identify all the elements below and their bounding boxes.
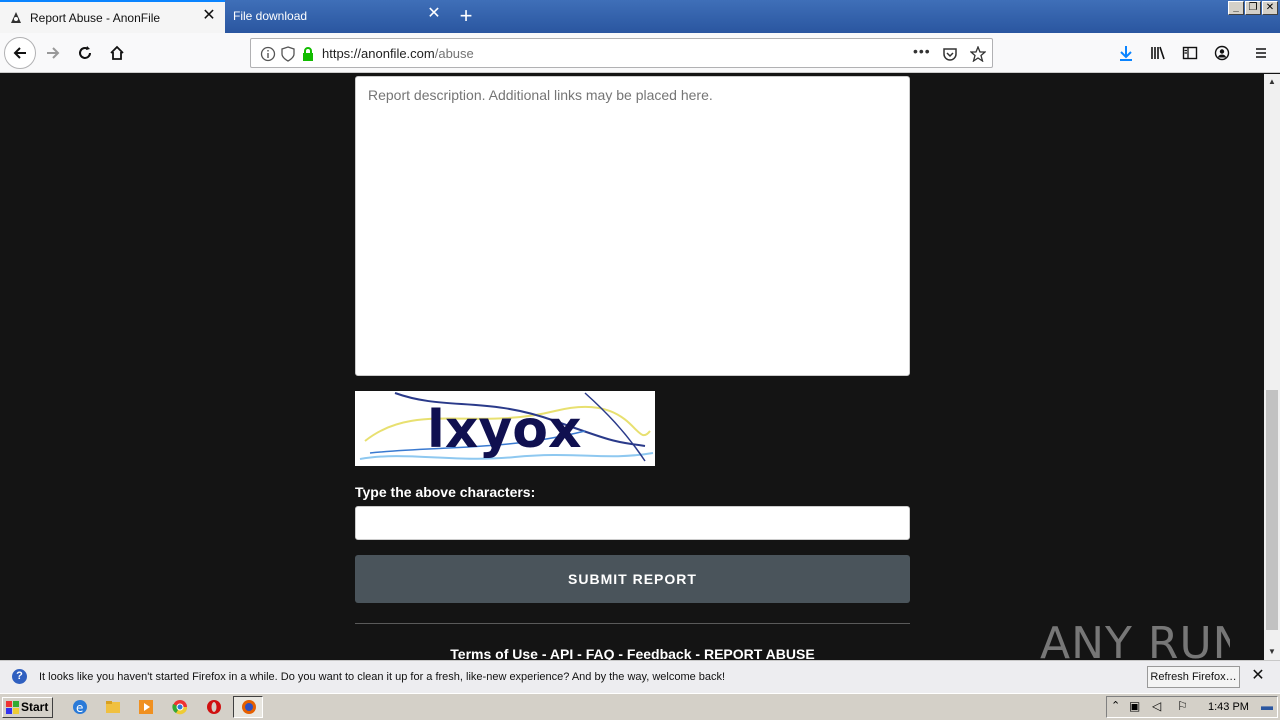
tab-report-abuse[interactable]: Report Abuse - AnonFile ✕ [0, 0, 225, 33]
media-player-icon[interactable] [137, 698, 155, 716]
site-info-icon[interactable] [260, 46, 276, 62]
sidebar-icon [1182, 46, 1198, 60]
url-host: https://anonfile.com [322, 46, 435, 61]
footer-link-api[interactable]: API [550, 646, 573, 660]
taskbar: Start e ⌃ ▣ ◁ ⚐ 1:43 PM ▬ [0, 693, 1280, 720]
reload-button[interactable] [69, 37, 101, 69]
scroll-up-icon[interactable]: ▲ [1264, 74, 1280, 90]
notification-close-icon[interactable]: ✕ [1250, 668, 1266, 684]
captcha-image: lxyox [355, 391, 655, 466]
footer-link-feedback[interactable]: Feedback [627, 646, 692, 660]
action-center-flag-icon[interactable]: ⚐ [1177, 699, 1188, 713]
firefox-taskbar-button[interactable] [233, 696, 263, 718]
start-button[interactable]: Start [2, 697, 53, 718]
lock-icon[interactable] [300, 46, 316, 62]
info-icon: ? [12, 669, 27, 684]
opera-icon[interactable] [205, 698, 223, 716]
page-actions-icon[interactable]: ••• [913, 43, 931, 59]
forward-arrow-icon [47, 47, 60, 59]
library-icon [1151, 46, 1165, 60]
footer-separator: - [691, 646, 704, 660]
navigation-toolbar: https://anonfile.com/abuse ••• [0, 33, 1280, 73]
tab-file-download[interactable]: File download ✕ [226, 0, 450, 33]
network-icon[interactable]: ▣ [1129, 699, 1140, 713]
footer-link-faq[interactable]: FAQ [586, 646, 615, 660]
captcha-text: lxyox [427, 400, 582, 460]
refresh-firefox-button[interactable]: Refresh Firefox… [1147, 666, 1240, 688]
footer-separator: - [537, 646, 550, 660]
notification-bar: ? It looks like you haven't started Fire… [0, 660, 1280, 693]
submit-report-button[interactable]: SUBMIT REPORT [355, 555, 910, 603]
captcha-input[interactable] [355, 506, 910, 540]
restore-button[interactable]: ❐ [1245, 1, 1261, 15]
download-arrow-icon [1120, 46, 1132, 61]
account-icon [1214, 45, 1230, 61]
tab-title: File download [233, 9, 308, 23]
url-text[interactable]: https://anonfile.com/abuse [322, 46, 474, 61]
footer-separator: - [614, 646, 627, 660]
pocket-icon[interactable] [942, 46, 958, 62]
chrome-icon[interactable] [171, 698, 189, 716]
url-path: /abuse [434, 46, 474, 61]
library-button[interactable] [1142, 37, 1174, 69]
footer-divider [355, 623, 910, 624]
forward-button[interactable] [37, 37, 69, 69]
svg-text:e: e [76, 701, 83, 715]
windows-flag-icon [6, 701, 19, 714]
downloads-button[interactable] [1110, 37, 1142, 69]
window-close-button[interactable]: ✕ [1262, 1, 1278, 15]
tab-strip: Report Abuse - AnonFile ✕ File download … [0, 0, 1280, 33]
bookmark-star-icon[interactable] [970, 46, 986, 62]
new-tab-button[interactable]: + [452, 3, 480, 29]
footer-link-report-abuse[interactable]: REPORT ABUSE [704, 646, 815, 660]
show-desktop-icon[interactable]: ▬ [1261, 699, 1273, 713]
menu-button[interactable] [1245, 37, 1277, 69]
tracking-shield-icon[interactable] [280, 46, 296, 62]
page-content: lxyox Type the above characters: SUBMIT … [0, 74, 1264, 660]
tab-close-icon[interactable]: ✕ [201, 8, 217, 24]
page-scrollbar[interactable]: ▲ ▼ [1264, 74, 1280, 660]
home-icon [110, 45, 124, 60]
url-bar[interactable]: https://anonfile.com/abuse ••• [250, 38, 993, 68]
back-arrow-icon [13, 47, 26, 59]
scrollbar-thumb[interactable] [1266, 390, 1278, 630]
anonfile-favicon-icon [11, 12, 21, 23]
firefox-icon [242, 700, 256, 714]
footer-link-terms[interactable]: Terms of Use [450, 646, 538, 660]
back-button[interactable] [4, 37, 36, 69]
sidebar-button[interactable] [1174, 37, 1206, 69]
file-explorer-icon[interactable] [104, 698, 122, 716]
internet-explorer-icon[interactable]: e [71, 698, 89, 716]
reload-icon [79, 46, 91, 59]
tab-close-icon[interactable]: ✕ [426, 6, 442, 22]
captcha-label: Type the above characters: [355, 484, 536, 500]
start-label: Start [21, 700, 49, 714]
tab-title: Report Abuse - AnonFile [30, 11, 161, 25]
minimize-button[interactable]: _ [1228, 1, 1244, 15]
tray-expand-icon[interactable]: ⌃ [1111, 699, 1120, 712]
clock: 1:43 PM [1208, 701, 1249, 713]
footer-separator: - [573, 646, 586, 660]
notification-message: It looks like you haven't started Firefo… [39, 671, 726, 683]
scroll-down-icon[interactable]: ▼ [1264, 644, 1280, 660]
hamburger-menu-icon [1256, 48, 1266, 58]
volume-icon[interactable]: ◁ [1152, 699, 1161, 713]
home-button[interactable] [101, 37, 133, 69]
account-button[interactable] [1206, 37, 1238, 69]
report-description-input[interactable] [355, 76, 910, 376]
footer-links: Terms of Use - API - FAQ - Feedback - RE… [355, 646, 910, 660]
system-tray: ⌃ ▣ ◁ ⚐ 1:43 PM ▬ [1106, 696, 1278, 718]
